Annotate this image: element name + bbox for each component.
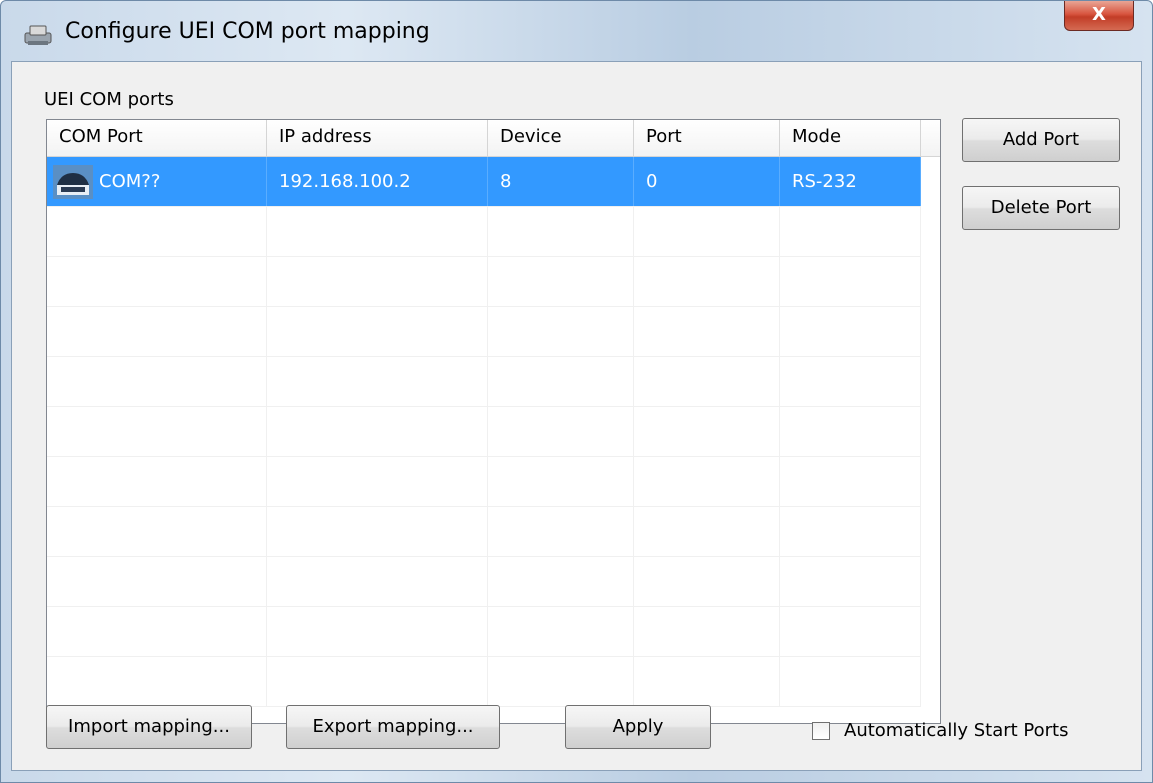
empty-cell xyxy=(267,207,488,256)
empty-cell xyxy=(488,257,634,306)
empty-row xyxy=(47,307,921,357)
delete-port-button[interactable]: Delete Port xyxy=(962,186,1120,230)
empty-cell xyxy=(47,407,267,456)
empty-row xyxy=(47,407,921,457)
apply-button[interactable]: Apply xyxy=(565,705,711,749)
empty-cell xyxy=(634,607,780,656)
empty-cell xyxy=(780,557,921,606)
empty-cell xyxy=(267,457,488,506)
empty-cell xyxy=(47,607,267,656)
empty-cell xyxy=(488,207,634,256)
table-row-selected[interactable]: COM?? 192.168.100.2 8 0 RS-232 xyxy=(47,157,921,207)
import-mapping-button[interactable]: Import mapping... xyxy=(46,705,252,749)
cell-device: 8 xyxy=(488,157,634,206)
empty-row xyxy=(47,657,921,707)
empty-cell xyxy=(488,357,634,406)
empty-cell xyxy=(488,657,634,706)
empty-cell xyxy=(780,307,921,356)
empty-cell xyxy=(47,307,267,356)
empty-row xyxy=(47,357,921,407)
column-header-com-port[interactable]: COM Port xyxy=(47,120,267,156)
empty-cell xyxy=(267,557,488,606)
window-title: Configure UEI COM port mapping xyxy=(65,19,430,44)
empty-row xyxy=(47,457,921,507)
empty-cell xyxy=(267,307,488,356)
empty-cell xyxy=(47,357,267,406)
empty-cell xyxy=(47,557,267,606)
com-ports-list[interactable]: COM Port IP address Device Port Mode COM… xyxy=(46,119,941,724)
empty-row xyxy=(47,507,921,557)
empty-cell xyxy=(634,307,780,356)
empty-cell xyxy=(47,657,267,706)
column-header-mode[interactable]: Mode xyxy=(780,120,921,156)
column-header-device[interactable]: Device xyxy=(488,120,634,156)
empty-cell xyxy=(488,607,634,656)
export-mapping-button[interactable]: Export mapping... xyxy=(286,705,500,749)
title-bar[interactable]: Configure UEI COM port mapping X xyxy=(1,1,1152,65)
empty-cell xyxy=(780,507,921,556)
empty-cell xyxy=(780,457,921,506)
empty-cell xyxy=(488,307,634,356)
empty-cell xyxy=(488,557,634,606)
com-port-icon xyxy=(53,164,93,199)
empty-cell xyxy=(267,407,488,456)
empty-cell xyxy=(267,607,488,656)
column-header-ip-address[interactable]: IP address xyxy=(267,120,488,156)
auto-start-checkbox[interactable] xyxy=(812,721,830,740)
empty-cell xyxy=(634,557,780,606)
empty-cell xyxy=(267,257,488,306)
empty-cell xyxy=(634,207,780,256)
cell-port: 0 xyxy=(634,157,780,206)
empty-cell xyxy=(47,207,267,256)
cell-ip-address: 192.168.100.2 xyxy=(267,157,488,206)
port-mapping-icon xyxy=(24,25,52,45)
close-button[interactable]: X xyxy=(1064,1,1134,31)
empty-cell xyxy=(634,407,780,456)
empty-cell xyxy=(488,507,634,556)
com-ports-group-label: UEI COM ports xyxy=(44,89,174,110)
close-icon: X xyxy=(1092,4,1106,25)
empty-row xyxy=(47,557,921,607)
cell-com-port: COM?? xyxy=(47,157,267,206)
empty-cell xyxy=(780,207,921,256)
empty-cell xyxy=(267,357,488,406)
list-header: COM Port IP address Device Port Mode xyxy=(47,120,940,157)
empty-cell xyxy=(488,407,634,456)
com-port-value: COM?? xyxy=(99,171,161,192)
empty-cell xyxy=(634,257,780,306)
add-port-button[interactable]: Add Port xyxy=(962,118,1120,162)
empty-cell xyxy=(634,357,780,406)
column-header-port[interactable]: Port xyxy=(634,120,780,156)
empty-row xyxy=(47,207,921,257)
empty-cell xyxy=(634,657,780,706)
empty-cell xyxy=(780,357,921,406)
empty-cell xyxy=(780,607,921,656)
empty-cell xyxy=(267,507,488,556)
auto-start-option[interactable]: Automatically Start Ports xyxy=(812,720,1068,741)
empty-cell xyxy=(780,657,921,706)
dialog-client-area: UEI COM ports COM Port IP address Device… xyxy=(11,61,1142,771)
empty-row xyxy=(47,257,921,307)
auto-start-label[interactable]: Automatically Start Ports xyxy=(844,720,1068,741)
empty-cell xyxy=(47,507,267,556)
cell-mode: RS-232 xyxy=(780,157,921,206)
empty-cell xyxy=(780,407,921,456)
empty-cell xyxy=(47,457,267,506)
empty-cell xyxy=(634,507,780,556)
empty-cell xyxy=(780,257,921,306)
empty-cell xyxy=(267,657,488,706)
empty-cell xyxy=(634,457,780,506)
empty-cell xyxy=(47,257,267,306)
empty-row xyxy=(47,607,921,657)
dialog-window: Configure UEI COM port mapping X UEI COM… xyxy=(0,0,1153,783)
empty-cell xyxy=(488,457,634,506)
